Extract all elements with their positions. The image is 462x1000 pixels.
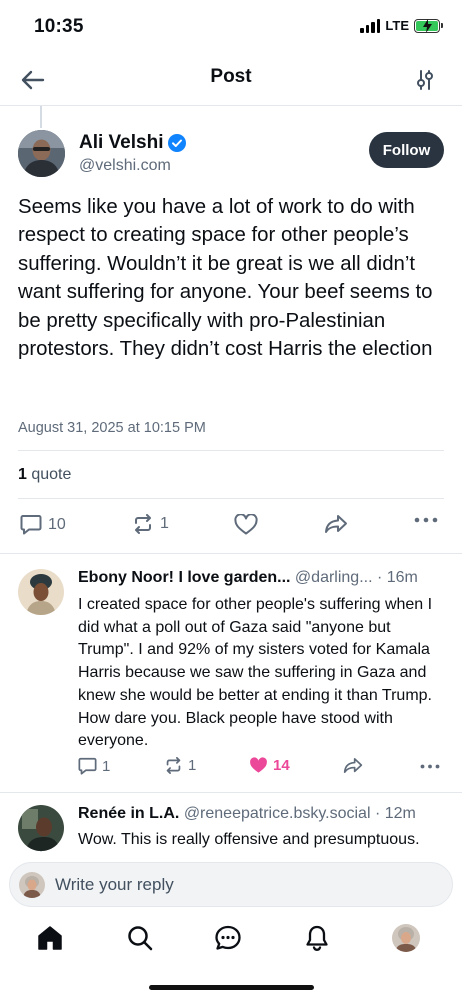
share-icon — [343, 757, 363, 773]
ellipsis-icon — [414, 517, 438, 523]
avatar — [19, 872, 45, 898]
share-button[interactable] — [343, 757, 363, 774]
quote-count-link[interactable]: 1 quote — [18, 466, 71, 484]
status-bar: 10:35 LTE — [0, 0, 462, 54]
avatar — [392, 924, 420, 952]
quote-label: quote — [31, 466, 72, 483]
reply-text: I created space for other people's suffe… — [78, 596, 433, 750]
reply-button[interactable]: 10 — [20, 514, 66, 535]
home-icon — [38, 926, 62, 950]
reply-header: Renée in L.A. @reneepatrice.bsky.social … — [78, 805, 444, 823]
chat-bubble-icon — [215, 925, 241, 950]
avatar[interactable] — [18, 130, 65, 177]
verified-badge-icon — [168, 134, 187, 152]
author-row: Ali Velshi @velshi.com Follow — [18, 130, 444, 178]
reply-author-name[interactable]: Ebony Noor! I love garden... — [78, 569, 290, 586]
divider — [18, 450, 444, 451]
share-icon — [325, 515, 347, 533]
repost-count: 1 — [160, 515, 169, 532]
reply-composer[interactable]: Write your reply — [9, 862, 453, 907]
comment-icon — [20, 515, 42, 535]
post-actions: 10 1 — [18, 508, 444, 544]
repost-icon — [135, 514, 151, 534]
heart-filled-icon — [250, 757, 267, 773]
repost-icon — [166, 757, 181, 774]
reply-header: Ebony Noor! I love garden... @darling...… — [78, 569, 444, 587]
status-icons: LTE — [360, 18, 443, 33]
reply-author-handle[interactable]: @darling... — [295, 569, 373, 586]
reply-actions: 1 1 14 — [78, 757, 442, 781]
share-button[interactable] — [324, 514, 348, 534]
post-date: August 31, 2025 at 10:15 PM — [18, 420, 206, 436]
like-button[interactable] — [234, 514, 258, 535]
heart-icon — [234, 514, 258, 535]
post-header: Post — [0, 54, 462, 106]
tab-home[interactable] — [34, 922, 66, 954]
thread-settings-button[interactable] — [414, 67, 436, 93]
repost-count: 1 — [188, 757, 197, 774]
tab-messages[interactable] — [212, 922, 244, 954]
tab-profile[interactable] — [390, 922, 422, 954]
tab-search[interactable] — [124, 922, 156, 954]
quote-count: 1 — [18, 466, 27, 483]
divider — [0, 553, 462, 554]
home-indicator — [149, 985, 314, 990]
search-icon — [128, 926, 153, 951]
repost-button[interactable]: 1 — [132, 514, 169, 534]
status-time: 10:35 — [34, 16, 84, 37]
signal-icon — [360, 18, 381, 33]
thread-connector — [40, 106, 42, 128]
like-button[interactable]: 14 — [249, 757, 290, 774]
divider — [18, 498, 444, 499]
avatar[interactable] — [18, 805, 64, 851]
bottom-tab-bar — [0, 914, 462, 968]
bell-icon — [306, 925, 328, 951]
follow-button[interactable]: Follow — [369, 132, 444, 168]
reply-timestamp: · 16m — [376, 569, 418, 586]
more-options-button[interactable] — [414, 517, 438, 523]
ellipsis-icon — [420, 764, 440, 769]
network-label: LTE — [385, 18, 409, 33]
reply-button[interactable]: 1 — [78, 757, 110, 775]
reply-count: 1 — [102, 757, 111, 775]
sliders-icon — [417, 70, 433, 90]
reply-text: Wow. This is really offensive and presum… — [78, 831, 420, 848]
comment-icon — [78, 757, 97, 775]
like-count: 14 — [273, 757, 290, 774]
author-handle[interactable]: @velshi.com — [79, 157, 171, 175]
reply-item[interactable]: Renée in L.A. @reneepatrice.bsky.social … — [0, 793, 462, 859]
reply-author-name[interactable]: Renée in L.A. — [78, 805, 179, 822]
tab-notifications[interactable] — [301, 922, 333, 954]
reply-input-placeholder[interactable]: Write your reply — [55, 875, 174, 895]
more-options-button[interactable] — [420, 764, 440, 769]
reply-author-handle[interactable]: @reneepatrice.bsky.social — [184, 805, 371, 822]
avatar[interactable] — [18, 569, 64, 615]
author-name-text: Ali Velshi — [79, 132, 164, 153]
reply-timestamp: · 12m — [374, 805, 416, 822]
page-title: Post — [210, 66, 252, 87]
author-name[interactable]: Ali Velshi — [79, 132, 187, 154]
battery-icon — [414, 18, 443, 33]
reply-count: 10 — [48, 515, 66, 533]
post-text: Seems like you have a lot of work to do … — [18, 196, 433, 361]
repost-button[interactable]: 1 — [164, 757, 196, 774]
